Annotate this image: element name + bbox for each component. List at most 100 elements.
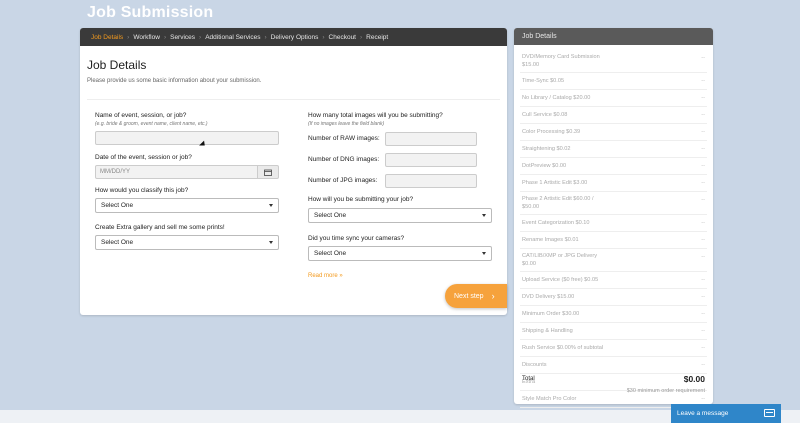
caret-down-icon bbox=[482, 252, 486, 255]
tab-separator: › bbox=[163, 33, 167, 41]
list-item: Phase 2 Artistic Edit $60.00 / $50.00 -- bbox=[520, 192, 707, 215]
tab-services[interactable]: Services bbox=[170, 34, 195, 41]
dng-images-label: Number of DNG images: bbox=[308, 156, 380, 163]
tab-separator: › bbox=[127, 33, 130, 41]
list-item: Time-Sync $0.05 -- bbox=[520, 73, 707, 90]
list-item: Phase 1 Artistic Edit $3.00 -- bbox=[520, 175, 707, 192]
extra-gallery-label: Create Extra gallery and sell me some pr… bbox=[95, 224, 225, 231]
time-sync-select[interactable]: Select One bbox=[308, 246, 492, 261]
page-title: Job Submission bbox=[87, 4, 214, 21]
service-name: Rush Service $0.00% of subtotal bbox=[522, 345, 604, 351]
caret-down-icon bbox=[269, 241, 273, 244]
total-value: $0.00 bbox=[683, 374, 705, 384]
dng-images-input[interactable] bbox=[385, 153, 477, 167]
service-name: Color Processing $0.39 bbox=[522, 129, 581, 135]
event-name-hint: (e.g. bride & groom, event name, client … bbox=[95, 121, 208, 127]
list-item: CAT/LIB/XMP or JPG Delivery $0.00 -- bbox=[520, 249, 707, 272]
submit-method-select-value: Select One bbox=[314, 212, 347, 219]
list-item: Cull Service $0.08 -- bbox=[520, 107, 707, 124]
section-title: Job Details bbox=[87, 58, 147, 72]
service-value: -- bbox=[701, 345, 705, 351]
service-value: -- bbox=[701, 294, 705, 300]
submit-method-label: How will you be submitting your job? bbox=[308, 196, 414, 203]
section-subtitle: Please provide us some basic information… bbox=[87, 78, 262, 84]
total-images-label: How many total images will you be submit… bbox=[308, 112, 443, 119]
total-row: Total $0.00 bbox=[522, 374, 705, 386]
divider bbox=[87, 99, 500, 100]
service-value: -- bbox=[701, 311, 705, 317]
event-date-input[interactable]: MM/DD/YY bbox=[95, 165, 258, 179]
order-summary-card: Job Details DVD/Memory Card Submission $1… bbox=[514, 28, 713, 408]
service-value: -- bbox=[701, 163, 705, 169]
service-value: -- bbox=[701, 254, 705, 260]
service-price: $50.00 bbox=[522, 204, 540, 210]
service-value: -- bbox=[701, 328, 705, 334]
service-name: Cull Service $0.08 bbox=[522, 112, 568, 118]
next-step-label: Next step bbox=[454, 292, 484, 300]
raw-images-input[interactable] bbox=[385, 132, 477, 146]
list-item: Rush Service $0.00% of subtotal -- bbox=[520, 340, 707, 357]
tab-delivery-options[interactable]: Delivery Options bbox=[271, 34, 319, 41]
list-item: Event Categorization $0.10 -- bbox=[520, 215, 707, 232]
service-price: $15.00 bbox=[522, 62, 540, 68]
service-value: -- bbox=[701, 78, 705, 84]
leave-message-label: Leave a message bbox=[677, 410, 729, 417]
service-value: -- bbox=[701, 237, 705, 243]
tab-separator: › bbox=[264, 33, 267, 41]
extra-gallery-select-value: Select One bbox=[101, 239, 134, 246]
service-name: Upload Service ($0 free) $0.05 bbox=[522, 277, 599, 283]
jpg-images-input[interactable] bbox=[385, 174, 477, 188]
tab-receipt[interactable]: Receipt bbox=[366, 34, 388, 41]
service-name: Minimum Order $30.00 bbox=[522, 311, 580, 317]
list-item: Color Processing $0.39 -- bbox=[520, 124, 707, 141]
minimum-order-note: $30 minimum order requirement bbox=[626, 388, 705, 394]
tab-separator: › bbox=[360, 33, 363, 41]
list-item: DVD/Memory Card Submission $15.00 -- bbox=[520, 50, 707, 73]
service-value: -- bbox=[701, 362, 705, 368]
list-item: DVD Delivery $15.00 -- bbox=[520, 289, 707, 306]
jpg-images-label: Number of JPG images: bbox=[308, 177, 378, 184]
list-item: Minimum Order $30.00 -- bbox=[520, 306, 707, 323]
leave-message-button[interactable]: Leave a message bbox=[671, 404, 781, 423]
caret-down-icon bbox=[269, 204, 273, 207]
tab-workflow[interactable]: Workflow bbox=[133, 34, 160, 41]
extra-gallery-select[interactable]: Select One bbox=[95, 235, 279, 250]
tab-additional-services[interactable]: Additional Services bbox=[205, 34, 260, 41]
tab-separator: › bbox=[322, 33, 325, 41]
service-name: DVD Delivery $15.00 bbox=[522, 294, 575, 300]
service-name: Straightening $0.02 bbox=[522, 146, 571, 152]
job-details-card: Job Details › Workflow › Services › Addi… bbox=[80, 28, 507, 315]
list-item: Shipping & Handling -- bbox=[520, 323, 707, 340]
tab-checkout[interactable]: Checkout bbox=[329, 34, 356, 41]
calendar-button[interactable] bbox=[257, 165, 279, 179]
tab-separator: › bbox=[199, 33, 202, 41]
service-value: -- bbox=[701, 180, 705, 186]
read-more-link[interactable]: Read more » bbox=[308, 273, 343, 279]
service-name: Style Match Pro Color bbox=[522, 396, 577, 402]
service-value: -- bbox=[701, 129, 705, 135]
classify-select-value: Select One bbox=[101, 202, 134, 209]
service-name: Event Categorization $0.10 bbox=[522, 220, 590, 226]
service-name: Shipping & Handling bbox=[522, 328, 573, 334]
services-list: DVD/Memory Card Submission $15.00 -- Time-… bbox=[520, 50, 707, 408]
wizard-tabs: Job Details › Workflow › Services › Addi… bbox=[80, 28, 507, 46]
message-icon bbox=[764, 409, 775, 417]
service-name: CAT/LIB/XMP or JPG Delivery bbox=[522, 253, 598, 259]
list-item: Rename Images $0.01 -- bbox=[520, 232, 707, 249]
service-value: -- bbox=[701, 95, 705, 101]
tab-job-details[interactable]: Job Details bbox=[91, 34, 123, 41]
service-name: Time-Sync $0.05 bbox=[522, 78, 565, 84]
service-value: -- bbox=[701, 146, 705, 152]
classify-select[interactable]: Select One bbox=[95, 198, 279, 213]
service-name: Discounts bbox=[522, 362, 547, 368]
event-name-input[interactable] bbox=[95, 131, 279, 145]
service-name: Phase 1 Artistic Edit $3.00 bbox=[522, 180, 588, 186]
submit-method-select[interactable]: Select One bbox=[308, 208, 492, 223]
list-item: No Library / Catalog $20.00 -- bbox=[520, 90, 707, 107]
next-step-button[interactable]: Next step › bbox=[445, 284, 507, 308]
service-name: DotPreview $0.00 bbox=[522, 163, 567, 169]
service-price: $0.00 bbox=[522, 261, 536, 267]
event-date-label: Date of the event, session or job? bbox=[95, 154, 192, 161]
total-label: Total bbox=[522, 376, 535, 382]
service-name: Rename Images $0.01 bbox=[522, 237, 579, 243]
